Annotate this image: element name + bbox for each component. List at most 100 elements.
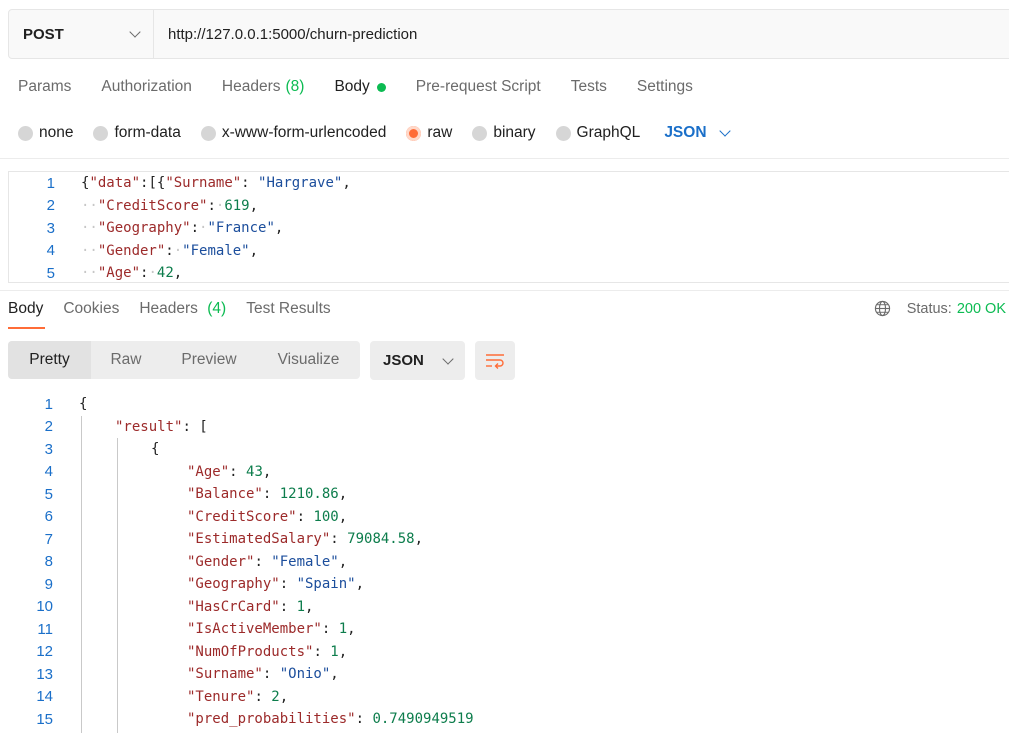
tab-headers[interactable]: Headers (8) bbox=[222, 78, 305, 96]
line-number: 11 bbox=[37, 620, 53, 638]
radio-graphql[interactable]: GraphQL bbox=[555, 124, 640, 142]
code-text: ··"Gender":·"Female", bbox=[81, 243, 258, 259]
tab-label: Body bbox=[334, 78, 370, 95]
code-token: "EstimatedSalary" bbox=[187, 531, 331, 548]
code-token: "CreditScore" bbox=[97, 197, 208, 214]
wrap-lines-button[interactable] bbox=[475, 341, 515, 380]
code-token: : bbox=[262, 666, 280, 683]
code-token: , bbox=[338, 508, 348, 525]
code-token: , bbox=[338, 643, 348, 660]
body-format-select[interactable]: JSON bbox=[664, 124, 731, 142]
code-line: 5 "Balance": 1210.86, bbox=[8, 483, 1008, 506]
response-status: Status: 200 OK bbox=[874, 300, 1006, 317]
code-token: ·· bbox=[81, 197, 98, 214]
code-token: 1 bbox=[338, 621, 348, 638]
line-number: 10 bbox=[36, 598, 53, 616]
code-line: 8 "Gender": "Female", bbox=[8, 551, 1008, 574]
code-token: "pred_probabilities" bbox=[187, 711, 356, 728]
format-label: JSON bbox=[664, 124, 707, 141]
view-pretty[interactable]: Pretty bbox=[8, 341, 91, 379]
radio-raw[interactable]: raw bbox=[406, 124, 452, 142]
code-token: 619 bbox=[224, 197, 250, 214]
line-number: 5 bbox=[44, 485, 53, 503]
code-line: 2 ··"CreditScore":·619, bbox=[9, 195, 1009, 218]
radio-form-data[interactable]: form-data bbox=[93, 124, 181, 142]
code-token: "CreditScore" bbox=[187, 508, 297, 525]
view-visualize[interactable]: Visualize bbox=[257, 341, 360, 379]
radio-icon bbox=[18, 125, 33, 141]
code-token: "Age" bbox=[97, 265, 141, 282]
tab-tests[interactable]: Tests bbox=[571, 78, 607, 96]
radio-selected-icon bbox=[406, 125, 422, 141]
code-text: ··"Geography":·"France", bbox=[81, 220, 283, 236]
tab-response-body[interactable]: Body bbox=[8, 300, 43, 318]
radio-x-www-form-urlencoded[interactable]: x-www-form-urlencoded bbox=[200, 124, 386, 142]
url-input[interactable]: http://127.0.0.1:5000/churn-prediction bbox=[154, 10, 417, 58]
radio-binary[interactable]: binary bbox=[472, 124, 536, 142]
method-select[interactable]: POST bbox=[9, 10, 154, 58]
radio-label: none bbox=[39, 124, 74, 141]
code-token: , bbox=[279, 688, 289, 705]
method-label: POST bbox=[23, 25, 64, 43]
code-token: , bbox=[305, 598, 314, 615]
code-text: ··"CreditScore":·619, bbox=[81, 198, 258, 214]
response-format-select[interactable]: JSON bbox=[370, 341, 465, 380]
code-token: : bbox=[296, 508, 314, 525]
tab-test-results[interactable]: Test Results bbox=[246, 300, 330, 318]
tab-response-headers[interactable]: Headers (4) bbox=[139, 300, 226, 318]
code-text: "Geography": "Spain", bbox=[187, 576, 364, 592]
radio-label: raw bbox=[427, 124, 453, 141]
view-raw[interactable]: Raw bbox=[91, 341, 161, 379]
code-token: , bbox=[414, 531, 424, 548]
code-token: · bbox=[148, 265, 157, 282]
code-line: 4 "Age": 43, bbox=[8, 461, 1008, 484]
radio-icon bbox=[555, 125, 571, 141]
headers-count-badge: (8) bbox=[285, 78, 305, 95]
request-body-editor[interactable]: 1 {"data":[{"Surname": "Hargrave", 2 ··"Cre… bbox=[8, 171, 1009, 283]
globe-icon[interactable] bbox=[874, 300, 891, 317]
radio-none[interactable]: none bbox=[18, 124, 73, 142]
code-token: , bbox=[249, 197, 259, 214]
line-number: 2 bbox=[44, 418, 53, 436]
response-body-viewer[interactable]: 1{2 "result": [3{4 "Age": 43, 5 "Balance": 1… bbox=[8, 393, 1008, 733]
code-line: 12 "NumOfProducts": 1, bbox=[8, 641, 1008, 664]
code-token: 1 bbox=[296, 598, 306, 615]
code-line: 13 "Surname": "Onio", bbox=[8, 663, 1008, 686]
radio-icon bbox=[472, 125, 488, 141]
tab-settings[interactable]: Settings bbox=[637, 78, 693, 96]
code-token: : bbox=[229, 463, 247, 480]
view-preview[interactable]: Preview bbox=[161, 341, 257, 379]
tab-body[interactable]: Body bbox=[334, 78, 386, 96]
code-token: :[{ bbox=[140, 175, 166, 192]
code-token: ·· bbox=[81, 242, 98, 259]
code-token: : bbox=[165, 242, 174, 259]
tab-label: Pre-request Script bbox=[415, 78, 541, 95]
code-line: 9 "Geography": "Spain", bbox=[8, 573, 1008, 596]
tab-params[interactable]: Params bbox=[18, 78, 71, 96]
code-token: : bbox=[330, 531, 348, 548]
code-token: 43 bbox=[246, 463, 263, 480]
line-number: 2 bbox=[46, 197, 55, 215]
tab-authorization[interactable]: Authorization bbox=[101, 78, 191, 96]
code-text: "pred_probabilities": 0.7490949519 bbox=[187, 711, 474, 727]
code-text: { bbox=[79, 396, 87, 412]
radio-label: binary bbox=[493, 124, 536, 141]
code-token: "France" bbox=[207, 220, 275, 237]
radio-icon bbox=[93, 125, 109, 141]
format-label: JSON bbox=[383, 352, 424, 369]
tab-cookies[interactable]: Cookies bbox=[63, 300, 119, 318]
line-number: 15 bbox=[36, 710, 53, 728]
code-text: ··"Age":·42, bbox=[81, 265, 182, 281]
code-token: "Geography" bbox=[97, 220, 191, 237]
indent-guide bbox=[81, 415, 82, 733]
code-token: ·· bbox=[81, 265, 98, 282]
radio-label: form-data bbox=[114, 124, 181, 141]
code-text: "CreditScore": 100, bbox=[187, 509, 347, 525]
code-line: 3 ··"Geography":·"France", bbox=[9, 217, 1009, 240]
code-token: "Onio" bbox=[279, 666, 331, 683]
line-number: 12 bbox=[36, 643, 53, 661]
line-number: 3 bbox=[46, 219, 55, 237]
tab-pre-request-script[interactable]: Pre-request Script bbox=[416, 78, 541, 96]
status-value[interactable]: 200 OK bbox=[957, 301, 1006, 317]
chevron-down-icon bbox=[129, 26, 141, 38]
